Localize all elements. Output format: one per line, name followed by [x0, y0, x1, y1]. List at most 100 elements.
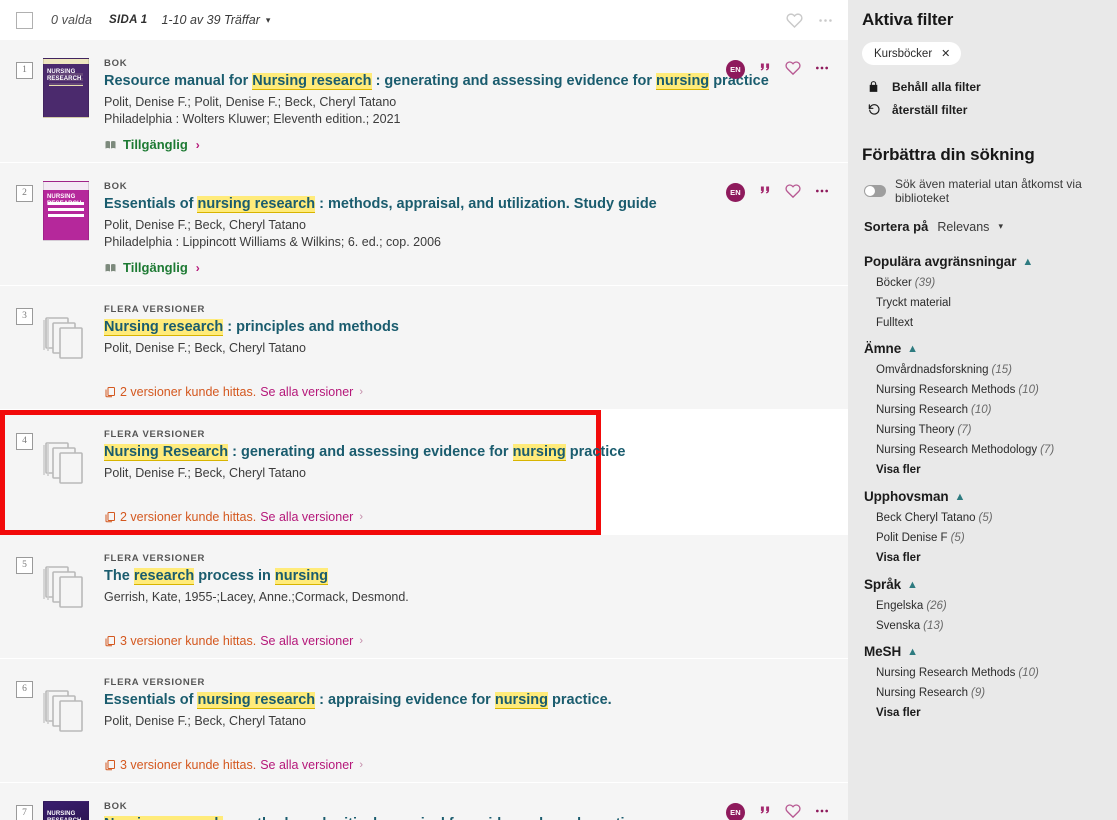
expand-search-toggle-row[interactable]: Sök även material utan åtkomst via bibli… [864, 177, 1101, 205]
show-more-link[interactable]: Visa fler [862, 460, 1101, 481]
chevron-up-icon[interactable]: ▲ [955, 491, 966, 503]
facet-item[interactable]: Tryckt material [862, 293, 1101, 313]
result-title-link[interactable]: Nursing research : methods and critical … [104, 815, 726, 820]
result-title-link[interactable]: Essentials of nursing research : apprais… [104, 691, 830, 710]
reset-filters-button[interactable]: återställ filter [862, 98, 1101, 121]
heart-icon[interactable] [785, 60, 801, 76]
facet-item[interactable]: Nursing Research Methods (10) [862, 663, 1101, 683]
facet-item[interactable]: Nursing Research Methodology (7) [862, 440, 1101, 460]
result-body: FLERA VERSIONER The research process in … [90, 545, 830, 648]
result-item[interactable]: 1 NURSING RESEARCH BOK Resource manual f… [0, 40, 848, 163]
result-item[interactable]: 6 FLERA VERSIONER Essentials of nursing … [0, 659, 848, 783]
facet-group-header[interactable]: Språk ▲ [862, 571, 1101, 596]
facet-item[interactable]: Nursing Research (9) [862, 683, 1101, 703]
chevron-up-icon[interactable]: ▲ [907, 343, 918, 355]
chevron-up-icon[interactable]: ▲ [1022, 256, 1033, 268]
facet-item[interactable]: Fulltext [862, 313, 1101, 333]
result-checkbox[interactable]: 7 [16, 805, 33, 820]
show-more-link[interactable]: Visa fler [862, 548, 1101, 569]
result-item[interactable]: 5 FLERA VERSIONER The research process i… [0, 535, 848, 659]
facet-groups: Populära avgränsningar ▲ Böcker (39) Tryc… [862, 248, 1101, 724]
result-authors: Polit, Denise F.; Beck, Cheryl Tatano [104, 341, 306, 355]
facet-item[interactable]: Omvårdnadsforskning (15) [862, 360, 1101, 380]
availability-status[interactable]: Tillgänglig › [104, 137, 726, 152]
book-cover-thumbnail[interactable]: NURSING RESEARCH [43, 801, 89, 820]
show-more-link[interactable]: Visa fler [862, 703, 1101, 724]
facet-item[interactable]: Polit Denise F (5) [862, 528, 1101, 548]
result-title-link[interactable]: Essentials of nursing research : methods… [104, 195, 726, 214]
sort-value[interactable]: Relevans [937, 220, 989, 234]
ellipsis-icon[interactable] [814, 60, 830, 76]
facet-item-count: (5) [950, 532, 965, 544]
result-checkbox[interactable]: 2 [16, 185, 33, 202]
ellipsis-icon[interactable] [814, 803, 830, 819]
availability-status[interactable]: Tillgänglig › [104, 260, 726, 275]
heart-icon[interactable] [785, 183, 801, 199]
result-actions [830, 669, 834, 772]
facet-item[interactable]: Nursing Theory (7) [862, 420, 1101, 440]
versions-count-label: 2 versioner kunde hittas. [120, 510, 257, 524]
result-title-link[interactable]: Nursing research : principles and method… [104, 318, 830, 337]
result-item[interactable]: 2 NURSING RESEARCH BOK Essentials of nur… [0, 163, 848, 286]
title-segment: nursing research [197, 692, 316, 708]
quote-icon[interactable] [758, 183, 772, 197]
facet-item[interactable]: Nursing Research Methods (10) [862, 380, 1101, 400]
language-badge: EN [726, 60, 745, 79]
facet-item[interactable]: Böcker (39) [862, 273, 1101, 293]
ellipsis-icon[interactable] [814, 183, 830, 199]
result-authors: Gerrish, Kate, 1955-;Lacey, Anne.;Cormac… [104, 590, 409, 604]
close-icon[interactable]: ✕ [941, 47, 950, 60]
quote-icon[interactable] [758, 60, 772, 74]
multiple-versions-icon [42, 683, 90, 739]
facet-item[interactable]: Beck Cheryl Tatano (5) [862, 508, 1101, 528]
chevron-up-icon[interactable]: ▲ [907, 646, 918, 658]
heart-icon[interactable] [786, 12, 803, 29]
versions-row[interactable]: 3 versioner kunde hittas. Se alla versio… [104, 634, 830, 648]
quote-icon[interactable] [758, 803, 772, 817]
book-cover-thumbnail[interactable]: NURSING RESEARCH [43, 181, 89, 241]
result-authors: Polit, Denise F.; Polit, Denise F.; Beck… [104, 95, 397, 109]
see-all-versions-link[interactable]: Se alla versioner [260, 634, 353, 648]
result-item[interactable]: 3 FLERA VERSIONER Nursing research : pri… [0, 286, 848, 410]
availability-label: Tillgänglig [123, 137, 188, 152]
chevron-up-icon[interactable]: ▲ [907, 579, 918, 591]
result-title-link[interactable]: Nursing Research : generating and assess… [104, 443, 625, 462]
chevron-right-icon: › [359, 759, 363, 771]
result-item[interactable]: 7 NURSING RESEARCH BOK Nursing research … [0, 783, 848, 820]
result-checkbox[interactable]: 6 [16, 681, 33, 698]
versions-row[interactable]: 2 versioner kunde hittas. Se alla versio… [104, 510, 578, 524]
facet-item[interactable]: Engelska (26) [862, 596, 1101, 616]
result-checkbox[interactable]: 1 [16, 62, 33, 79]
title-segment: research [133, 568, 195, 584]
see-all-versions-link[interactable]: Se alla versioner [260, 385, 353, 399]
keep-all-filters-button[interactable]: Behåll alla filter [862, 75, 1101, 98]
result-item[interactable]: 4 FLERA VERSIONER Nursing Research : gen… [0, 410, 625, 535]
expand-search-toggle[interactable] [864, 185, 886, 197]
result-title-link[interactable]: The research process in nursing [104, 567, 830, 586]
versions-row[interactable]: 3 versioner kunde hittas. Se alla versio… [104, 758, 830, 772]
result-checkbox[interactable]: 5 [16, 557, 33, 574]
result-checkbox[interactable]: 4 [16, 433, 33, 450]
facet-group-header[interactable]: Upphovsman ▲ [862, 483, 1101, 508]
hits-dropdown-caret[interactable]: ▾ [266, 15, 271, 26]
result-title-link[interactable]: Resource manual for Nursing research : g… [104, 72, 769, 91]
ellipsis-icon[interactable] [817, 12, 834, 29]
facet-group-header[interactable]: Ämne ▲ [862, 335, 1101, 360]
see-all-versions-link[interactable]: Se alla versioner [260, 758, 353, 772]
chevron-down-icon[interactable]: ▾ [998, 221, 1003, 232]
see-all-versions-link[interactable]: Se alla versioner [260, 510, 353, 524]
result-checkbox[interactable]: 3 [16, 308, 33, 325]
facet-item[interactable]: Svenska (13) [862, 616, 1101, 636]
facet-item-count: (10) [1018, 384, 1039, 396]
select-all-checkbox[interactable] [16, 11, 33, 29]
language-badge: EN [726, 803, 745, 820]
sort-row[interactable]: Sortera på Relevans ▾ [864, 219, 1101, 234]
multiple-versions-icon [42, 310, 90, 366]
versions-row[interactable]: 2 versioner kunde hittas. Se alla versio… [104, 385, 830, 399]
facet-item[interactable]: Nursing Research (10) [862, 400, 1101, 420]
heart-icon[interactable] [785, 803, 801, 819]
facet-group-header[interactable]: MeSH ▲ [862, 638, 1101, 663]
facet-group-header[interactable]: Populära avgränsningar ▲ [862, 248, 1101, 273]
book-cover-thumbnail[interactable]: NURSING RESEARCH [43, 58, 89, 118]
active-filter-chip[interactable]: Kursböcker ✕ [862, 42, 962, 65]
